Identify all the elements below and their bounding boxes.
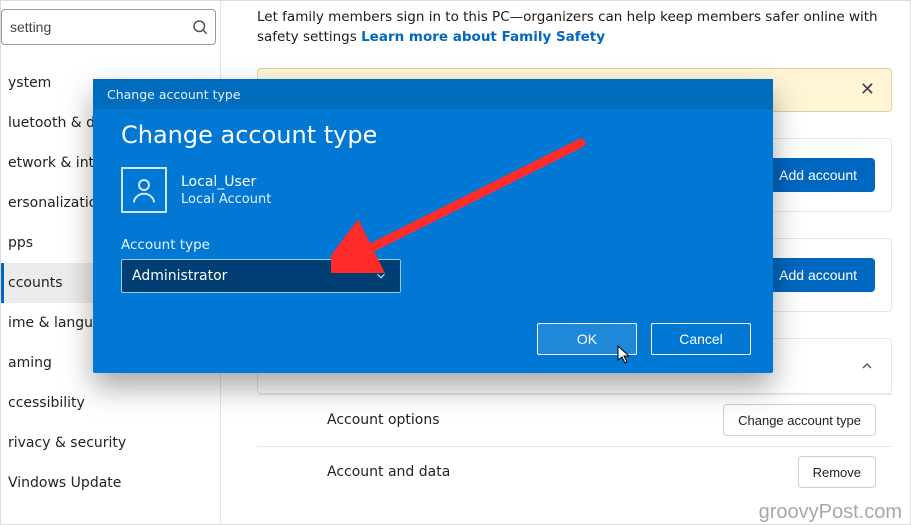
account-data-label: Account and data [327, 464, 450, 480]
close-icon[interactable]: ✕ [860, 79, 875, 100]
watermark-text: groovyPost.com [759, 501, 902, 524]
chevron-down-icon [374, 269, 390, 285]
account-type-dropdown[interactable]: Administrator [121, 259, 401, 293]
dialog-user-block: Local_User Local Account [121, 167, 745, 213]
dialog-user-name: Local_User [181, 173, 271, 191]
cancel-button[interactable]: Cancel [651, 323, 751, 355]
search-input[interactable] [10, 19, 191, 35]
nav-item-windows-update[interactable]: Vindows Update [1, 463, 220, 503]
intro-text: Let family members sign in to this PC—or… [257, 7, 892, 48]
account-options-label: Account options [327, 412, 440, 428]
dropdown-value: Administrator [132, 268, 227, 284]
account-type-label: Account type [121, 237, 745, 253]
ok-button[interactable]: OK [537, 323, 637, 355]
search-box[interactable] [1, 9, 216, 45]
change-account-type-dialog: Change account type Change account type … [93, 79, 773, 373]
dialog-titlebar-text: Change account type [107, 87, 241, 102]
account-options-row: Account options Change account type [257, 394, 892, 446]
user-avatar-icon [121, 167, 167, 213]
search-icon [191, 18, 209, 36]
change-account-type-button[interactable]: Change account type [723, 404, 876, 436]
nav-item-accessibility[interactable]: ccessibility [1, 383, 220, 423]
learn-more-link[interactable]: Learn more about Family Safety [361, 29, 605, 45]
account-data-row: Account and data Remove [257, 446, 892, 498]
nav-item-privacy[interactable]: rivacy & security [1, 423, 220, 463]
chevron-up-icon [859, 358, 875, 374]
add-account-button-1[interactable]: Add account [761, 158, 875, 192]
dialog-titlebar: Change account type [93, 79, 773, 109]
dialog-heading: Change account type [121, 121, 745, 149]
dialog-user-type: Local Account [181, 192, 271, 207]
remove-account-button[interactable]: Remove [798, 456, 876, 488]
add-account-button-2[interactable]: Add account [761, 258, 875, 292]
